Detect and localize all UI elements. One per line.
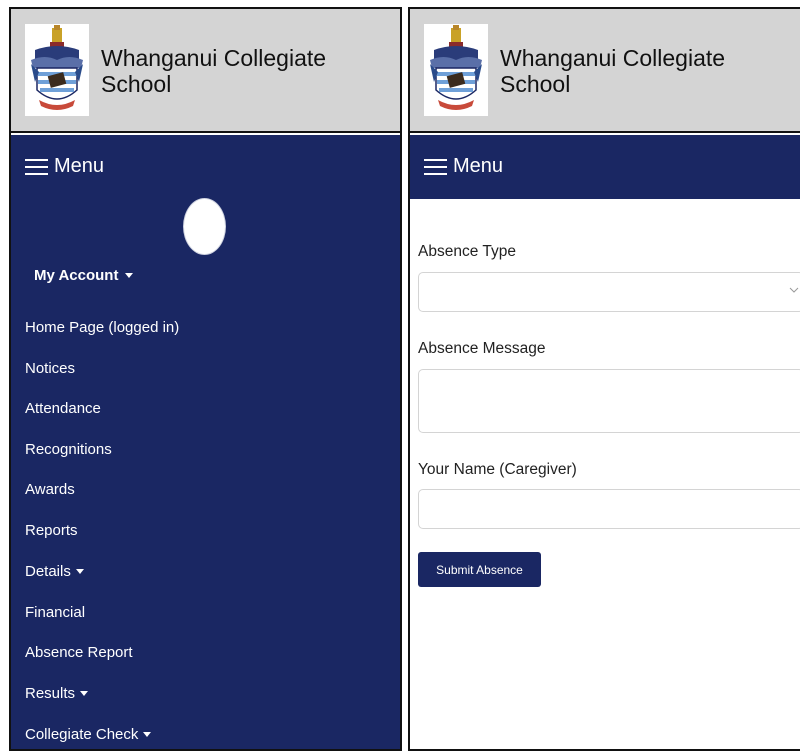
absence-type-select[interactable] — [418, 272, 800, 312]
absence-message-label: Absence Message — [418, 340, 546, 357]
my-account-dropdown[interactable]: My Account — [34, 267, 134, 284]
site-header: Whanganui Collegiate School — [11, 9, 400, 133]
nav-item-label: Notices — [25, 360, 76, 377]
nav-item-attendance[interactable]: Attendance — [25, 400, 101, 417]
chevron-down-icon — [789, 287, 799, 293]
caret-down-icon — [80, 691, 89, 696]
menu-toggle-button[interactable]: Menu — [424, 155, 503, 178]
nav-item-label: Reports — [25, 522, 78, 539]
school-name-text: Whanganui Collegiate School — [101, 45, 327, 97]
school-crest-icon[interactable] — [424, 24, 488, 116]
caregiver-name-label: Your Name (Caregiver) — [418, 461, 577, 478]
my-account-label: My Account — [34, 267, 119, 284]
right-phone-screen: Whanganui Collegiate School Menu Absence… — [408, 7, 800, 751]
caregiver-name-input[interactable] — [418, 489, 800, 529]
menu-label: Menu — [453, 155, 504, 177]
nav-item-details[interactable]: Details — [25, 563, 84, 580]
school-name: Whanganui Collegiate School — [500, 45, 760, 97]
left-phone-screen: Whanganui Collegiate School Menu My Acco… — [9, 7, 402, 751]
nav-item-absence-report[interactable]: Absence Report — [25, 644, 133, 661]
nav-item-label: Results — [25, 685, 76, 702]
nav-item-label: Attendance — [25, 400, 101, 417]
nav-item-label: Financial — [25, 604, 86, 621]
crest-graphic — [31, 25, 83, 110]
menu-toggle-button[interactable]: Menu — [25, 155, 104, 178]
nav-item-results[interactable]: Results — [25, 685, 89, 702]
nav-item-awards[interactable]: Awards — [25, 481, 75, 498]
hamburger-icon — [25, 158, 48, 175]
school-name: Whanganui Collegiate School — [101, 45, 361, 97]
side-navigation: My Account Home Page (logged in) Notices… — [11, 199, 400, 749]
site-header: Whanganui Collegiate School — [410, 9, 800, 133]
menu-bar: Menu — [11, 135, 400, 199]
nav-item-financial[interactable]: Financial — [25, 604, 85, 621]
caret-down-icon — [75, 569, 84, 574]
menu-label: Menu — [54, 155, 105, 177]
nav-item-collegiate-check[interactable]: Collegiate Check — [25, 726, 152, 743]
absence-message-textarea[interactable] — [418, 369, 800, 433]
nav-item-label: Recognitions — [25, 441, 112, 458]
nav-item-recognitions[interactable]: Recognitions — [25, 441, 112, 458]
crest-graphic — [430, 25, 482, 110]
submit-absence-button[interactable]: Submit Absence — [418, 552, 541, 587]
nav-item-label: Home Page (logged in) — [25, 319, 180, 336]
menu-bar: Menu — [410, 135, 800, 199]
caret-down-icon — [125, 273, 134, 278]
hamburger-icon — [424, 158, 447, 175]
nav-item-label: Collegiate Check — [25, 726, 139, 743]
nav-item-notices[interactable]: Notices — [25, 360, 75, 377]
nav-item-label: Absence Report — [25, 644, 133, 661]
caret-down-icon — [143, 732, 152, 737]
user-avatar[interactable] — [184, 199, 225, 254]
nav-item-label: Awards — [25, 481, 75, 498]
nav-item-label: Details — [25, 563, 71, 580]
nav-item-home-page[interactable]: Home Page (logged in) — [25, 319, 179, 336]
school-name-text: Whanganui Collegiate School — [500, 45, 726, 97]
nav-item-reports[interactable]: Reports — [25, 522, 78, 539]
school-crest-icon[interactable] — [25, 24, 89, 116]
absence-type-label: Absence Type — [418, 243, 516, 260]
